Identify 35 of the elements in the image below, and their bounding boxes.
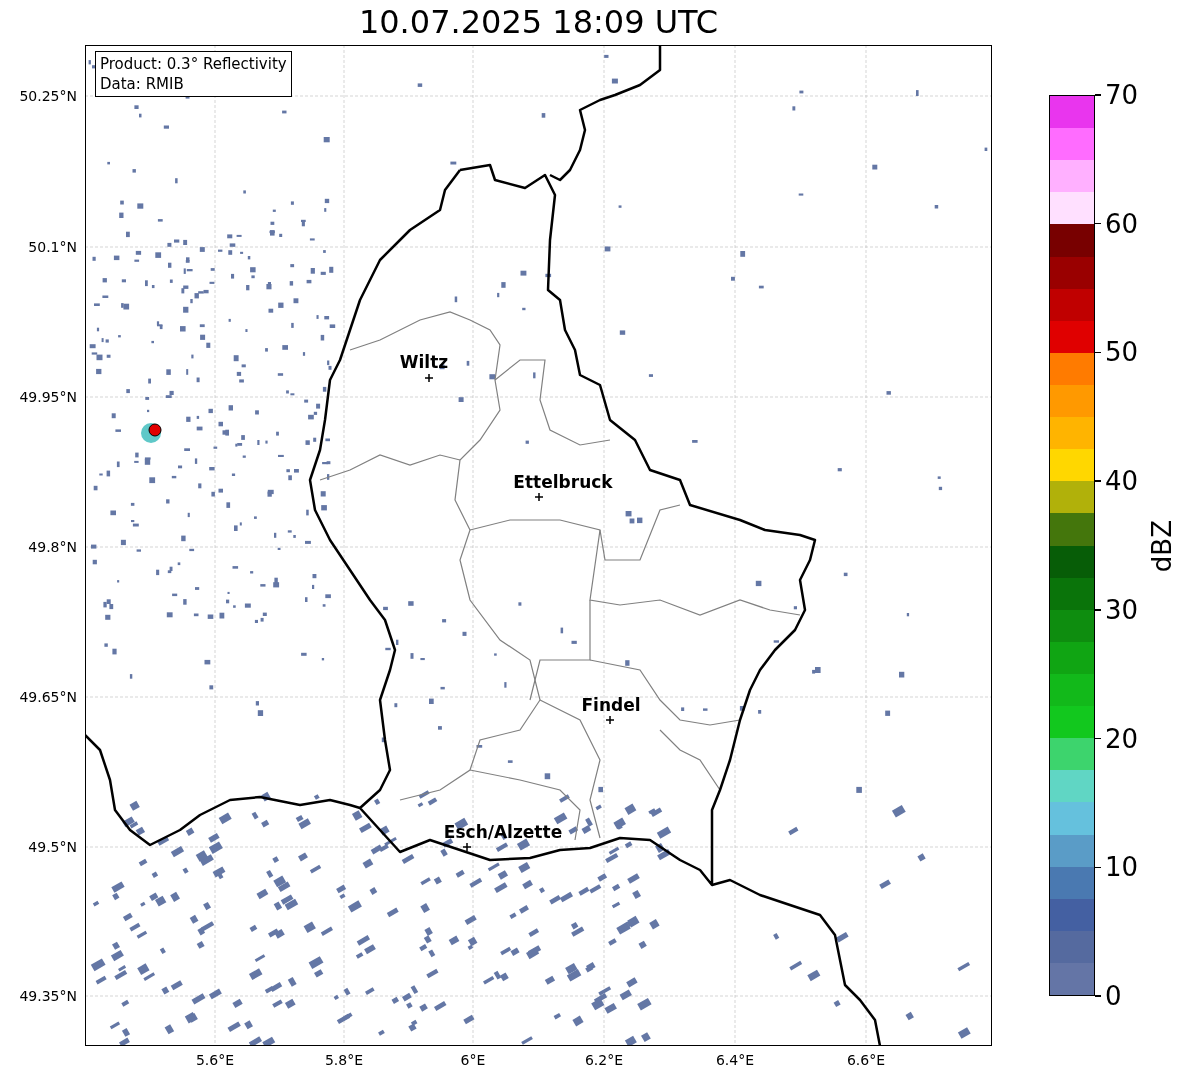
district-border-line	[659, 729, 721, 791]
colorbar-tick-label: 40	[1105, 466, 1139, 497]
city-label: Ettelbruck	[513, 472, 613, 492]
longitude-label: 6°E	[460, 1052, 486, 1068]
city-label: Esch/Alzette	[443, 822, 563, 842]
city-label: Wiltz	[399, 352, 449, 372]
latitude-label: 49.5°N	[28, 839, 77, 855]
latitude-label: 49.35°N	[19, 988, 77, 1004]
colorbar-tick-label: 30	[1105, 594, 1139, 625]
chart-title: 10.07.2025 18:09 UTC	[357, 2, 720, 43]
longitude-label: 6.6°E	[846, 1052, 886, 1068]
colorbar-tick-label: 20	[1105, 723, 1139, 754]
latitude-label: 49.95°N	[19, 389, 77, 405]
latitude-label: 50.25°N	[19, 88, 77, 104]
legend-text: Product: 0.3° Reflectivity	[100, 54, 287, 74]
colorbar-tick-label: 10	[1105, 852, 1139, 883]
colorbar-tick-label: 50	[1105, 337, 1139, 368]
longitude-label: 6.4°E	[715, 1052, 755, 1068]
latitude-label: 49.8°N	[28, 539, 77, 555]
city-marker-icon	[534, 492, 544, 502]
city-marker-icon	[424, 373, 434, 383]
city-marker-icon	[605, 715, 615, 725]
colorbar-tick-label: 0	[1105, 981, 1122, 1011]
latitude-label: 49.65°N	[19, 689, 77, 705]
radar-site-icon	[141, 423, 162, 443]
legend-text: Data: RMIB	[100, 74, 185, 94]
latitude-label: 50.1°N	[28, 239, 77, 255]
longitude-label: 5.8°E	[324, 1052, 364, 1068]
colorbar-tick-label: 70	[1105, 80, 1139, 110]
city-marker-icon	[462, 842, 472, 852]
city-label: Findel	[581, 695, 641, 715]
longitude-label: 5.6°E	[195, 1052, 235, 1068]
longitude-label: 6.2°E	[584, 1052, 624, 1068]
colorbar-label: dBZ	[1147, 520, 1177, 573]
colorbar-tick-label: 60	[1105, 208, 1139, 239]
